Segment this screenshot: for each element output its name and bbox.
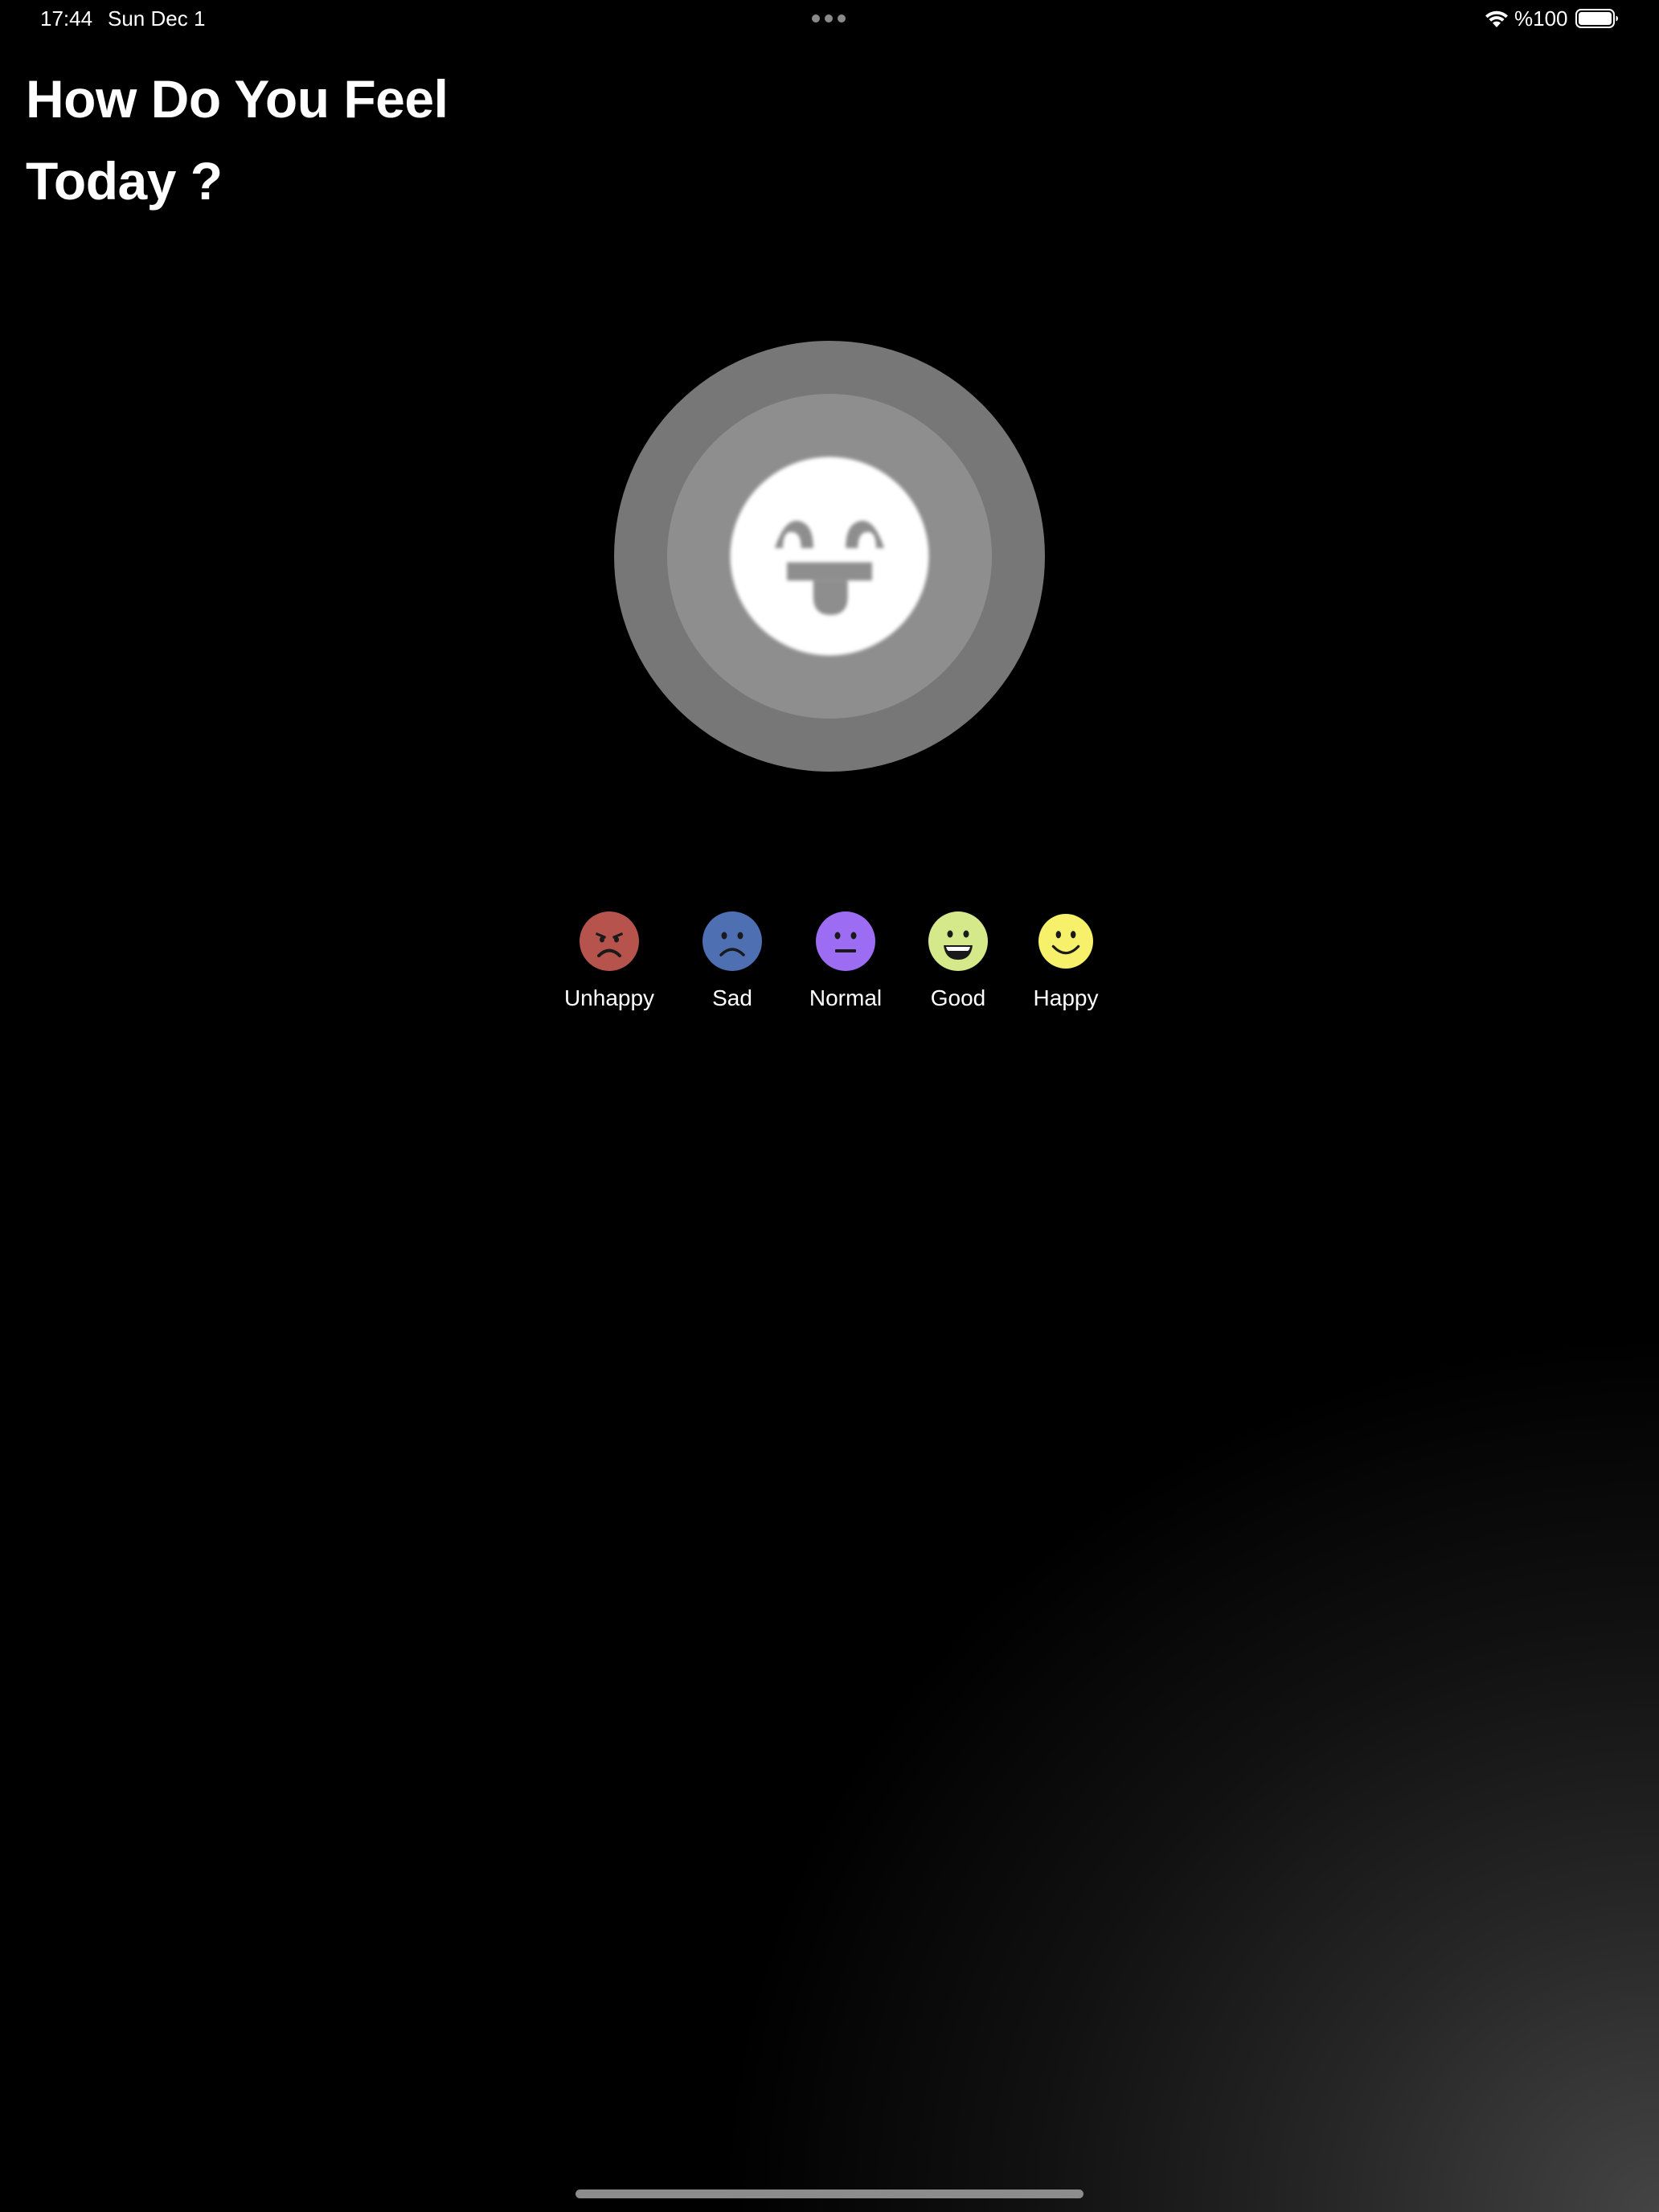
mood-label-normal: Normal [809, 985, 883, 1010]
mood-label-good: Good [930, 985, 986, 1010]
sad-face-icon [703, 911, 762, 971]
neutral-face-icon [816, 911, 875, 971]
mood-option-normal[interactable]: Normal [804, 911, 887, 1011]
wifi-icon [1485, 10, 1508, 27]
selected-mood-display [614, 341, 1045, 772]
grinning-face-icon [928, 911, 988, 971]
mood-option-sad[interactable]: Sad [691, 911, 773, 1011]
tongue-out-face-icon [730, 457, 929, 656]
page-title: How Do You Feel Today ? [26, 58, 588, 222]
mood-option-happy[interactable]: Happy [1029, 911, 1103, 1011]
mood-label-unhappy: Unhappy [563, 985, 655, 1010]
status-bar: 17:44 Sun Dec 1 %100 [0, 0, 1659, 39]
mood-option-good[interactable]: Good [918, 911, 998, 1011]
smiling-face-icon [1038, 914, 1093, 969]
ellipsis-icon[interactable] [812, 14, 846, 23]
mood-option-unhappy[interactable]: Unhappy [564, 911, 654, 1011]
status-time: 17:44 [40, 6, 93, 31]
home-indicator[interactable] [576, 2189, 1083, 2198]
status-date: Sun Dec 1 [108, 6, 206, 31]
page-title-line-1: How Do You Feel [26, 69, 449, 129]
battery-icon [1575, 9, 1618, 28]
page-title-line-2: Today ? [26, 151, 223, 211]
battery-percentage: %100 [1514, 6, 1568, 31]
mood-label-happy: Happy [1033, 985, 1099, 1010]
selected-mood-inner-ring [667, 394, 992, 719]
angry-face-icon [580, 911, 639, 971]
mood-label-sad: Sad [712, 985, 752, 1010]
